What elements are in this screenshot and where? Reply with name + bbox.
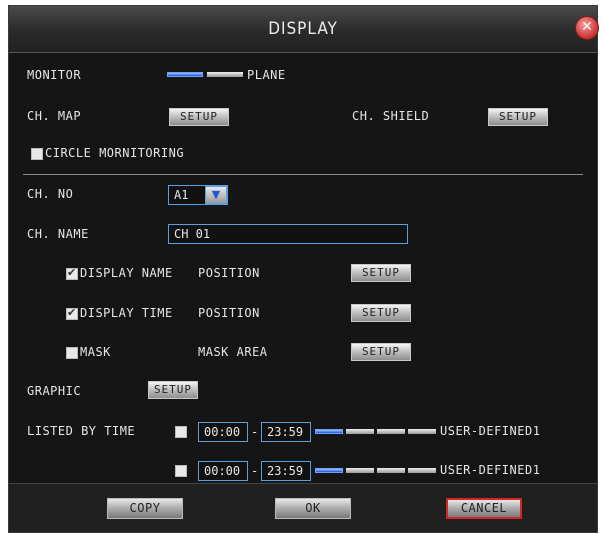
chevron-down-icon[interactable]: ▼ bbox=[205, 186, 227, 204]
circle-monitoring-checkbox[interactable] bbox=[31, 148, 43, 160]
monitor-label: MONITOR bbox=[27, 68, 82, 82]
ch-shield-label: CH. SHIELD bbox=[352, 109, 430, 123]
display-name-setup-button[interactable]: SETUP bbox=[351, 264, 411, 282]
schedule-row-1-separator: - bbox=[251, 425, 259, 439]
divider bbox=[23, 174, 583, 175]
copy-button[interactable]: COPY bbox=[107, 498, 183, 519]
schedule-row-1-segment-4[interactable] bbox=[408, 429, 436, 434]
schedule-row-2-checkbox[interactable] bbox=[175, 465, 187, 477]
display-time-position-label: POSITION bbox=[198, 306, 260, 320]
display-time-label: DISPLAY TIME bbox=[80, 306, 173, 320]
monitor-segment-2[interactable] bbox=[207, 72, 243, 77]
monitor-segment-1[interactable] bbox=[167, 72, 203, 77]
mask-area-label: MASK AREA bbox=[198, 345, 268, 359]
close-icon[interactable]: ✕ bbox=[575, 16, 599, 40]
schedule-row-2-segment-4[interactable] bbox=[408, 468, 436, 473]
display-name-label: DISPLAY NAME bbox=[80, 266, 173, 280]
ch-no-label: CH. NO bbox=[27, 187, 74, 201]
schedule-row-2-separator: - bbox=[251, 464, 259, 478]
schedule-row-1-mode: USER-DEFINED1 bbox=[440, 424, 541, 438]
title-bar: DISPLAY ✕ bbox=[9, 6, 599, 53]
graphic-label: GRAPHIC bbox=[27, 384, 82, 398]
display-time-checkbox[interactable] bbox=[66, 306, 78, 320]
mask-setup-button[interactable]: SETUP bbox=[351, 343, 411, 361]
circle-monitoring-label: CIRCLE MORNITORING bbox=[45, 146, 185, 160]
display-dialog: DISPLAY ✕ MONITOR PLANE CH. MAP SETUP CH… bbox=[8, 5, 599, 533]
ok-button[interactable]: OK bbox=[275, 498, 351, 519]
dialog-title: DISPLAY bbox=[268, 19, 338, 39]
schedule-row-1-segment-2[interactable] bbox=[346, 429, 374, 434]
schedule-row-2-segment-2[interactable] bbox=[346, 468, 374, 473]
schedule-row-1-end[interactable]: 23:59 bbox=[261, 422, 311, 442]
mask-label: MASK bbox=[80, 345, 111, 359]
schedule-row-2-start[interactable]: 00:00 bbox=[198, 461, 248, 481]
display-name-checkbox[interactable] bbox=[66, 266, 78, 280]
ch-map-label: CH. MAP bbox=[27, 109, 82, 123]
monitor-mode: PLANE bbox=[247, 68, 286, 82]
dialog-footer: COPY OK CANCEL bbox=[9, 483, 597, 532]
schedule-row-2-end[interactable]: 23:59 bbox=[261, 461, 311, 481]
schedule-row-1-start[interactable]: 00:00 bbox=[198, 422, 248, 442]
schedule-row-2-segment-1[interactable] bbox=[315, 468, 343, 473]
ch-name-label: CH. NAME bbox=[27, 227, 89, 241]
display-name-position-label: POSITION bbox=[198, 266, 260, 280]
display-time-setup-button[interactable]: SETUP bbox=[351, 304, 411, 322]
cancel-button[interactable]: CANCEL bbox=[446, 498, 522, 519]
graphic-setup-button[interactable]: SETUP bbox=[148, 381, 198, 399]
schedule-row-1-segment-1[interactable] bbox=[315, 429, 343, 434]
ch-no-value: A1 bbox=[174, 188, 189, 202]
schedule-row-2-segment-3[interactable] bbox=[377, 468, 405, 473]
schedule-row-1-checkbox[interactable] bbox=[175, 426, 187, 438]
listed-by-time-label: LISTED BY TIME bbox=[27, 424, 136, 438]
mask-checkbox[interactable] bbox=[66, 347, 78, 359]
ch-map-setup-button[interactable]: SETUP bbox=[169, 108, 229, 126]
ch-name-input[interactable]: CH 01 bbox=[168, 224, 408, 244]
schedule-row-1-segment-3[interactable] bbox=[377, 429, 405, 434]
ch-shield-setup-button[interactable]: SETUP bbox=[488, 108, 548, 126]
schedule-row-2-mode: USER-DEFINED1 bbox=[440, 463, 541, 477]
